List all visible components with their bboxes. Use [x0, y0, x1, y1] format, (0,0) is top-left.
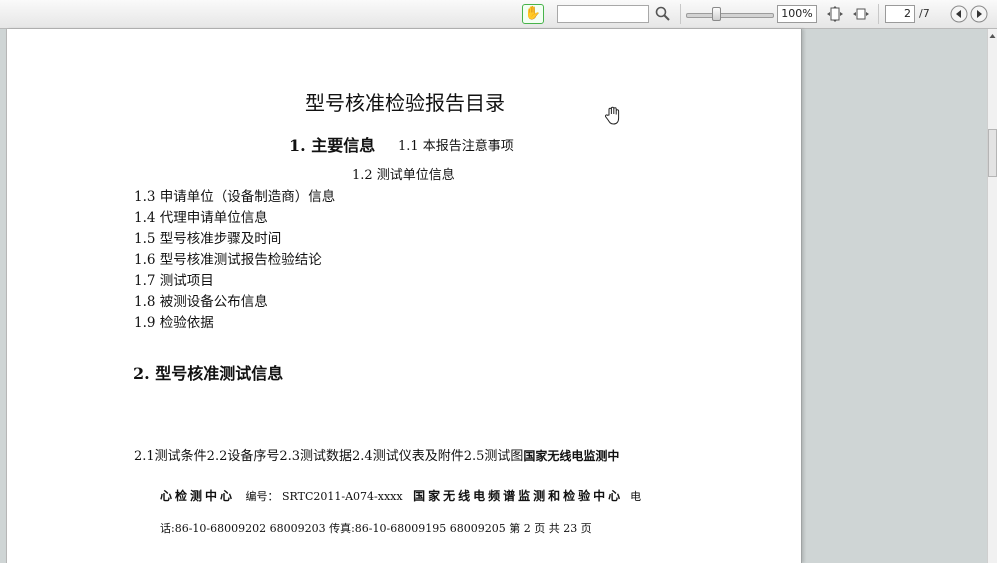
hand-icon: ✋ — [524, 6, 542, 21]
toc-item: 1.5 型号核准步骤及时间 — [134, 231, 282, 247]
footer-org-name: 国家无线电频谱监测和检验中心 — [413, 489, 624, 503]
section-2-heading: 2. 型号核准测试信息 — [133, 364, 284, 383]
footer-number-label: 编号： — [245, 490, 279, 503]
toc-item: 1.3 申请单位（设备制造商）信息 — [134, 189, 336, 205]
hand-tool-button[interactable]: ✋ — [522, 4, 544, 24]
magnifier-icon[interactable] — [654, 5, 672, 23]
vertical-scrollbar[interactable] — [987, 29, 997, 563]
page-title: 型号核准检验报告目录 — [305, 91, 505, 115]
scroll-up-icon[interactable] — [988, 29, 997, 43]
section-2-items: 2.1测试条件2.2设备序号2.3测试数据2.4测试仪表及附件2.5测试图国家无… — [134, 445, 619, 464]
toc-item: 1.4 代理申请单位信息 — [134, 210, 268, 226]
search-input[interactable] — [557, 5, 649, 23]
toc-item-1-1: 1.1 本报告注意事项 — [398, 139, 514, 154]
toolbar-divider — [878, 4, 879, 24]
document-viewport[interactable]: 型号核准检验报告目录 1. 主要信息 1.1 本报告注意事项 1.2 测试单位信… — [0, 29, 987, 563]
page-total: /7 — [919, 7, 930, 20]
footer-phone-prefix: 电 — [630, 490, 642, 503]
section-2-trailing-org: 国家无线电监测中 — [523, 449, 620, 463]
toc-item: 1.7 测试项目 — [134, 273, 214, 289]
zoom-slider-track — [686, 13, 774, 18]
toc-item: 1.8 被测设备公布信息 — [134, 294, 268, 310]
zoom-slider-thumb[interactable] — [712, 7, 721, 21]
previous-page-icon[interactable] — [950, 5, 968, 23]
footer-center-name: 心检测中心 — [160, 489, 236, 503]
page-number-input[interactable]: 2 — [885, 5, 915, 23]
document-page: 型号核准检验报告目录 1. 主要信息 1.1 本报告注意事项 1.2 测试单位信… — [6, 29, 802, 563]
scrollbar-thumb[interactable] — [988, 129, 997, 177]
toc-item-1-2: 1.2 测试单位信息 — [352, 168, 455, 183]
footer-line-2: 话:86-10-68009202 68009203 传真:86-10-68009… — [160, 522, 592, 535]
fit-page-icon[interactable] — [824, 5, 846, 23]
footer-line-1: 心检测中心 编号： SRTC2011-A074-xxxx 国家无线电频谱监测和检… — [160, 487, 641, 504]
section-1-heading: 1. 主要信息 — [289, 136, 376, 155]
section-2-items-text: 2.1测试条件2.2设备序号2.3测试数据2.4测试仪表及附件2.5测试图 — [134, 449, 524, 464]
toc-item: 1.6 型号核准测试报告检验结论 — [134, 252, 322, 268]
next-page-icon[interactable] — [970, 5, 988, 23]
fit-width-icon[interactable] — [850, 5, 872, 23]
zoom-slider[interactable] — [686, 7, 774, 21]
viewer-toolbar: ✋ 100% 2 /7 — [0, 0, 997, 29]
hand-cursor-icon — [604, 106, 620, 125]
zoom-level-field[interactable]: 100% — [777, 5, 817, 23]
footer-number-value: SRTC2011-A074-xxxx — [282, 490, 403, 503]
toolbar-divider — [680, 4, 681, 24]
toc-item: 1.9 检验依据 — [134, 315, 214, 331]
